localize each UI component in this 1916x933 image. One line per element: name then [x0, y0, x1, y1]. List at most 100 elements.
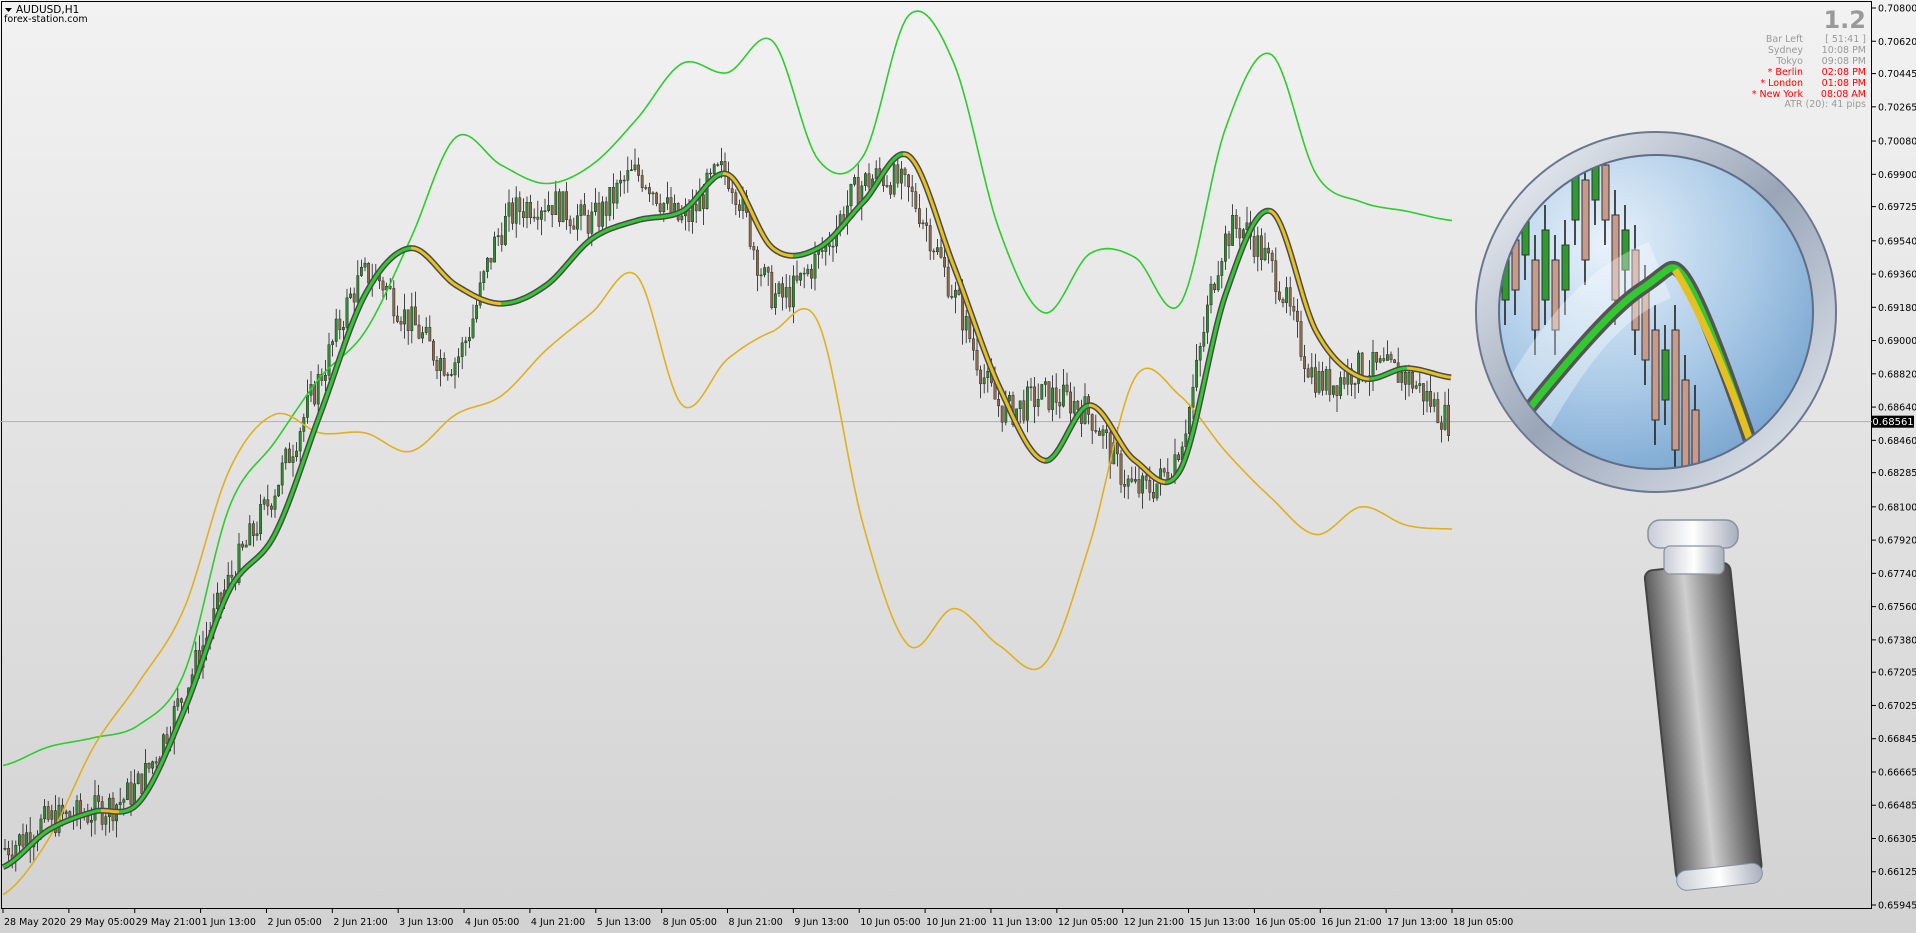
candle-body [1378, 358, 1382, 363]
candle-body [774, 293, 777, 308]
candle-body [680, 215, 684, 221]
candle-body [752, 246, 756, 251]
candle-body [644, 187, 648, 189]
candle-body [1281, 299, 1285, 304]
candle-body [482, 271, 486, 284]
candle-body [475, 304, 478, 320]
candle-body [579, 204, 583, 216]
magnified-candle [1681, 379, 1690, 471]
candle-body [522, 211, 525, 218]
time-tick-label: 5 Jun 13:00 [597, 917, 651, 928]
candle-body [885, 185, 889, 187]
candle-body [1051, 387, 1055, 410]
atr-label: ATR (20): 41 pips [1784, 99, 1866, 110]
candle-body [928, 225, 932, 252]
candle-body [288, 448, 291, 463]
candle-body [543, 210, 547, 212]
candle-body [21, 834, 25, 847]
candle-body [554, 191, 558, 215]
price-tick-label: 0.65945 [1878, 901, 1916, 912]
candle-body [867, 173, 871, 188]
candle-body [648, 187, 651, 195]
candle-body [738, 204, 741, 211]
price-tick-label: 0.68640 [1878, 403, 1916, 414]
price-tick-label: 0.70445 [1878, 69, 1916, 80]
time-tick-label: 29 May 05:00 [70, 917, 135, 928]
candle-body [705, 172, 709, 209]
candle-body [399, 321, 403, 325]
candle-body [1331, 385, 1335, 395]
candle-body [1029, 386, 1033, 389]
candle-body [1288, 287, 1292, 307]
candle-body [619, 179, 623, 184]
candle-body [507, 202, 511, 217]
candle-body [1429, 391, 1433, 407]
magnified-candle [1581, 179, 1590, 261]
time-tick-label: 10 Jun 21:00 [926, 917, 986, 928]
candle-body [1439, 422, 1443, 430]
candle-body [529, 202, 533, 219]
candle-body [709, 172, 713, 175]
candle-body [259, 504, 262, 535]
candle-body [806, 268, 810, 275]
candle-body [1119, 453, 1123, 485]
candle-body [1036, 399, 1040, 407]
candle-body [950, 295, 954, 298]
candle-body [597, 202, 601, 227]
price-tick-label: 0.66845 [1878, 734, 1916, 745]
candle-body [489, 257, 493, 263]
candle-body [997, 399, 1001, 407]
candle-body [622, 179, 626, 182]
candle-body [295, 450, 298, 458]
candle-body [903, 168, 907, 176]
candle-body [277, 484, 280, 497]
candle-body [784, 287, 788, 298]
price-tick-label: 0.68460 [1878, 436, 1916, 447]
price-chart[interactable]: 0.70800 0.70620 0.70445 0.70265 0.70080 0.699… [0, 0, 1916, 933]
session-time: 02:08 PM [1822, 67, 1866, 78]
candle-body [324, 375, 327, 381]
candle-body [1177, 454, 1181, 461]
candle-body [781, 283, 785, 298]
candle-body [1137, 479, 1141, 494]
candle-body [972, 338, 975, 351]
time-tick-label: 12 Jun 05:00 [1058, 917, 1118, 928]
candle-body [1130, 478, 1134, 482]
candle-body [381, 280, 385, 291]
candle-body [367, 262, 370, 284]
candle-body [766, 267, 770, 273]
candle-body [1151, 492, 1155, 499]
candle-body [918, 208, 921, 224]
candle-body [1421, 383, 1425, 402]
candle-body [1263, 247, 1267, 261]
candle-body [1274, 260, 1278, 293]
candle-body [251, 523, 255, 536]
candle-body [97, 795, 101, 802]
candle-body [799, 272, 803, 281]
candle-body [1123, 484, 1127, 487]
candle-body [914, 191, 918, 209]
candle-body [802, 272, 806, 275]
time-tick-label: 28 May 2020 [4, 917, 66, 928]
candle-body [1223, 233, 1227, 262]
candle-body [558, 191, 561, 223]
candle-body [118, 802, 122, 806]
candle-body [1411, 371, 1415, 389]
candle-body [1202, 332, 1206, 347]
candle-body [1040, 384, 1044, 400]
candle-body [457, 356, 460, 363]
time-tick-label: 16 Jun 05:00 [1255, 917, 1315, 928]
current-price-label: 0.68561 [1872, 417, 1913, 428]
candle-body [46, 806, 50, 820]
magnified-candle [1541, 229, 1550, 301]
candle-body [518, 197, 522, 212]
candle-body [900, 168, 903, 184]
price-tick-label: 0.66305 [1878, 834, 1916, 845]
candle-body [831, 245, 835, 248]
candle-body [1198, 346, 1202, 361]
candle-body [936, 247, 939, 253]
candle-body [975, 350, 979, 371]
magnified-candle [1661, 349, 1670, 401]
candle-body [730, 188, 734, 193]
session-label: Sydney [1768, 45, 1804, 56]
